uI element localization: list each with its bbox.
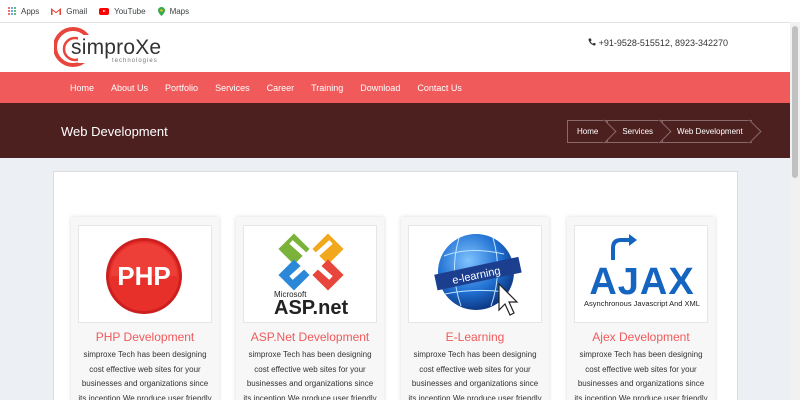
logo-text: simproXe xyxy=(71,36,162,59)
bookmark-youtube[interactable]: YouTube xyxy=(99,6,146,16)
ajax-logo-text: AJAX xyxy=(589,261,694,303)
nav-home[interactable]: Home xyxy=(70,83,94,93)
bookmark-apps[interactable]: Apps xyxy=(8,7,39,16)
gmail-icon xyxy=(51,7,62,15)
nav-portfolio[interactable]: Portfolio xyxy=(165,83,198,93)
bookmark-label: Gmail xyxy=(66,6,88,16)
aspnet-image: Microsoft ASP.net xyxy=(243,225,377,323)
bookmark-maps[interactable]: Maps xyxy=(157,6,190,16)
card-description: simproxe Tech has been designing cost ef… xyxy=(574,350,708,400)
ajax-logo-subtitle: Asynchronous Javascript And XML xyxy=(584,299,700,308)
site-header: simproXe technologies +91-9528-515512, 8… xyxy=(0,22,790,72)
apps-icon xyxy=(8,7,16,15)
maps-icon xyxy=(157,6,165,16)
bookmark-label: Apps xyxy=(21,6,40,16)
page-scrollbar[interactable] xyxy=(790,22,800,400)
ajax-image: AJAX Asynchronous Javascript And XML xyxy=(574,225,708,323)
bookmarks-bar: Apps Gmail YouTube Maps xyxy=(0,0,800,22)
service-card-aspnet[interactable]: Microsoft ASP.net ASP.Net Development si… xyxy=(236,217,384,400)
phone-contact: +91-9528-515512, 8923-342270 xyxy=(588,38,728,48)
card-description: simproxe Tech has been designing cost ef… xyxy=(243,350,377,400)
card-title[interactable]: Ajex Development xyxy=(567,330,715,344)
nav-download[interactable]: Download xyxy=(360,83,400,93)
svg-text:ASP.net: ASP.net xyxy=(274,297,348,319)
breadcrumb-current: Web Development xyxy=(662,120,752,143)
phone-number: +91-9528-515512, 8923-342270 xyxy=(598,38,728,48)
card-description: simproxe Tech has been designing cost ef… xyxy=(78,350,212,400)
breadcrumb: Home Services Web Development xyxy=(567,120,752,143)
logo-subtitle: technologies xyxy=(112,58,158,64)
breadcrumb-label: Services xyxy=(622,127,654,136)
breadcrumb-home[interactable]: Home xyxy=(567,120,608,143)
nav-services[interactable]: Services xyxy=(215,83,250,93)
php-image: PHP xyxy=(78,225,212,323)
page-title: Web Development xyxy=(61,124,168,139)
breadcrumb-label: Web Development xyxy=(677,127,743,136)
service-card-ajax[interactable]: AJAX Asynchronous Javascript And XML Aje… xyxy=(567,217,715,400)
elearning-image: e-learning xyxy=(408,225,542,323)
bookmark-label: YouTube xyxy=(114,6,146,16)
nav-about-us[interactable]: About Us xyxy=(111,83,148,93)
nav-contact-us[interactable]: Contact Us xyxy=(417,83,462,93)
phone-icon xyxy=(588,38,596,48)
scrollbar-thumb[interactable] xyxy=(792,26,798,178)
main-nav: Home About Us Portfolio Services Career … xyxy=(0,72,790,103)
card-title[interactable]: PHP Development xyxy=(71,330,219,344)
nav-career[interactable]: Career xyxy=(267,83,295,93)
nav-training[interactable]: Training xyxy=(311,83,343,93)
card-title[interactable]: E-Learning xyxy=(401,330,549,344)
page-title-band: Web Development Home Services Web Develo… xyxy=(0,103,790,158)
bookmark-gmail[interactable]: Gmail xyxy=(51,7,87,16)
youtube-icon xyxy=(99,7,110,15)
bookmark-label: Maps xyxy=(169,6,190,16)
card-description: simproxe Tech has been designing cost ef… xyxy=(408,350,542,400)
site-logo[interactable]: simproXe technologies xyxy=(54,27,174,69)
breadcrumb-label: Home xyxy=(577,127,599,136)
service-card-elearning[interactable]: e-learning E-Learning simproxe Tech has … xyxy=(401,217,549,400)
service-card-php[interactable]: PHP PHP Development simproxe Tech has be… xyxy=(71,217,219,400)
card-title[interactable]: ASP.Net Development xyxy=(236,330,384,344)
php-logo-text: PHP xyxy=(117,261,170,291)
